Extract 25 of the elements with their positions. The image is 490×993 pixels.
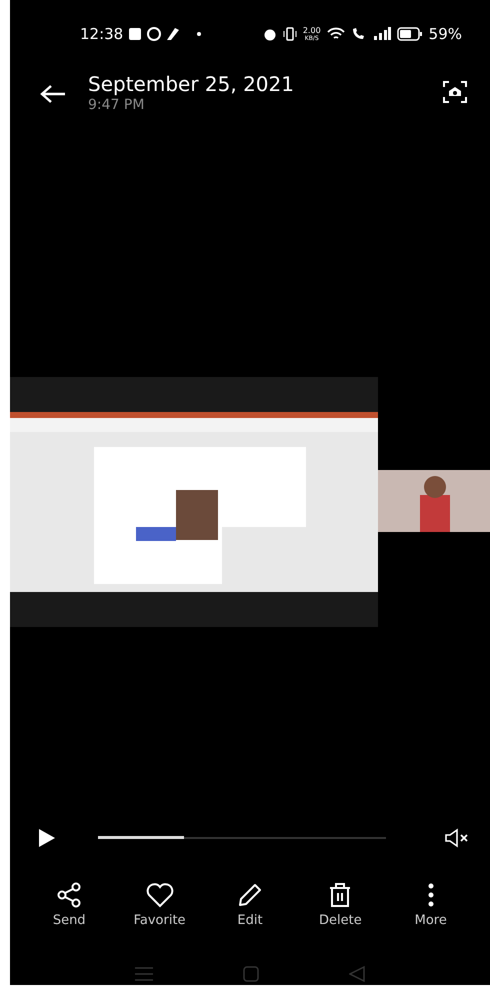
signal-icon [372,27,391,41]
video-date: September 25, 2021 [88,72,295,96]
delete-button[interactable]: Delete [300,882,380,928]
edit-button[interactable]: Edit [210,882,290,928]
video-time: 9:47 PM [88,97,146,113]
more-button[interactable]: More [390,882,471,928]
back-arrow-icon[interactable] [40,84,66,104]
status-time: 12:38 [80,25,124,43]
share-icon [56,882,82,908]
wifi-icon [326,27,345,41]
heart-icon [146,882,174,908]
more-icon [426,882,435,908]
battery-percent: 59% [428,25,462,43]
battery-icon [396,27,423,41]
vibrate-icon [282,27,297,41]
send-button[interactable]: Send [29,882,110,928]
mute-icon[interactable] [444,828,470,848]
pencil-icon [236,882,263,908]
trash-icon [328,882,352,908]
favorite-button[interactable]: Favorite [120,882,200,928]
wifi-call-icon [350,27,367,41]
speed-value: 2.00 [302,26,321,34]
screenshot-icon[interactable] [442,80,468,104]
play-icon[interactable] [38,828,56,848]
dot-icon [197,32,202,36]
